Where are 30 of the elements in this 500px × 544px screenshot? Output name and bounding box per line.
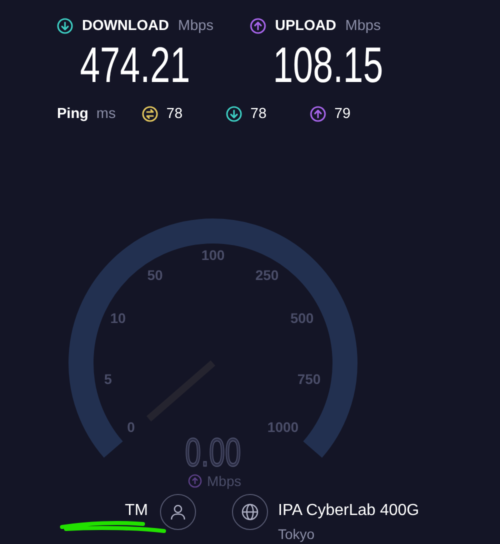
server-location: Tokyo (278, 526, 316, 542)
globe-icon (241, 503, 259, 521)
ping-value: 79 (334, 106, 351, 122)
client-name: TM (124, 502, 148, 520)
gauge-unit: Mbps (207, 473, 242, 489)
user-button[interactable] (160, 494, 196, 530)
ping-label: Ping (57, 106, 88, 122)
gauge-label: 500 (290, 310, 314, 326)
gauge-label: 1000 (267, 419, 299, 435)
unit-label: ms (96, 106, 117, 122)
upload-icon (188, 474, 202, 488)
speed-value: 474.21 (80, 38, 190, 92)
gauge-label: 10 (110, 310, 126, 326)
user-icon (169, 503, 187, 521)
gauge-label: 5 (104, 371, 112, 387)
gauge-label: 250 (255, 267, 279, 283)
ping-value: 78 (166, 106, 183, 122)
unit-label: Mbps (178, 18, 214, 34)
result-label: UPLOAD (275, 18, 336, 34)
gauge-label: 750 (297, 371, 321, 387)
gauge-label: 0 (127, 419, 135, 435)
gauge-reading: 0.00 (184, 430, 242, 476)
ping-value: 78 (250, 106, 267, 122)
speed-value: 108.15 (273, 38, 384, 92)
result-label: DOWNLOAD (82, 18, 169, 34)
gauge-label: 50 (147, 267, 163, 283)
gauge-label: 100 (201, 247, 225, 263)
server-name: IPA CyberLab 400G (278, 502, 420, 520)
server-button[interactable] (232, 494, 268, 530)
unit-label: Mbps (345, 18, 381, 34)
